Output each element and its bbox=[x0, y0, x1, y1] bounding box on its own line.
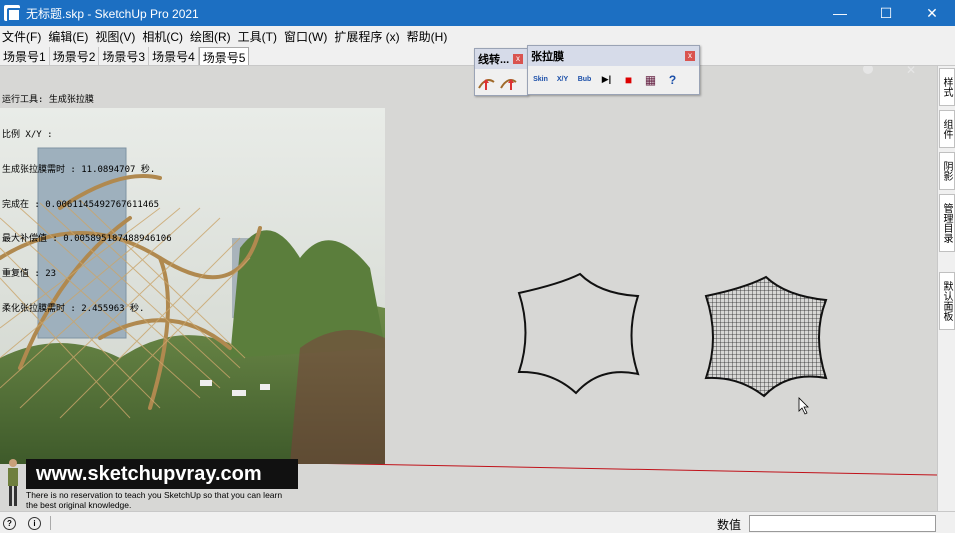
tray-tab-styles[interactable]: 样式 bbox=[939, 68, 955, 106]
line-to-curve-icon[interactable] bbox=[477, 74, 496, 93]
instructor-info-icon[interactable]: i bbox=[28, 517, 41, 530]
person-figure-icon bbox=[8, 459, 18, 506]
info-line-max-offset: 最大补偿值 : 0.005895187488946106 bbox=[2, 234, 172, 245]
menu-file[interactable]: 文件(F) bbox=[0, 28, 46, 45]
status-bar: ? i 数值 bbox=[0, 511, 955, 533]
default-tray: 样式 组件 阴影 管理目录 默认面板 bbox=[937, 66, 955, 511]
measurements-label: 数值 bbox=[717, 518, 742, 532]
toolbar-close-icon[interactable]: x bbox=[685, 51, 695, 61]
tab-scene-2[interactable]: 场景号2 bbox=[50, 47, 100, 65]
tray-tab-default[interactable]: 默认面板 bbox=[939, 272, 955, 330]
minimize-button[interactable]: — bbox=[817, 0, 863, 26]
sketchup-app-icon bbox=[4, 5, 21, 22]
tab-scene-3[interactable]: 场景号3 bbox=[99, 47, 150, 65]
measurements-input[interactable] bbox=[749, 515, 936, 532]
red-axis-line bbox=[299, 462, 937, 476]
window-title: 无标题.skp - SketchUp Pro 2021 bbox=[26, 6, 199, 21]
mouse-cursor-icon bbox=[798, 397, 809, 415]
tension-membrane-toolbar: 张拉膜 x Skin X/Y Bub ▶| ■ ▦ ? bbox=[527, 45, 700, 95]
membrane-info-text: 运行工具: 生成张拉膜 比例 X/Y : 生成张拉膜需时 : 11.089470… bbox=[2, 72, 172, 327]
watermark-banner: www.sketchupvray.com There is no reserva… bbox=[0, 457, 300, 511]
play-step-button[interactable]: ▶| bbox=[597, 70, 616, 89]
xy-scale-button[interactable]: X/Y bbox=[553, 70, 572, 89]
tab-scene-1[interactable]: 场景号1 bbox=[0, 47, 50, 65]
menu-window[interactable]: 窗口(W) bbox=[282, 28, 332, 45]
menu-bar: 文件(F) 编辑(E) 视图(V) 相机(C) 绘图(R) 工具(T) 窗口(W… bbox=[0, 26, 955, 46]
tab-scene-5[interactable]: 场景号5 bbox=[198, 47, 250, 65]
membrane-outline-shape[interactable] bbox=[517, 272, 640, 395]
menu-camera[interactable]: 相机(C) bbox=[140, 28, 188, 45]
menu-help[interactable]: 帮助(H) bbox=[405, 28, 453, 45]
membrane-mesh-shape[interactable] bbox=[704, 275, 828, 398]
tray-tab-components[interactable]: 组件 bbox=[939, 110, 955, 148]
status-divider bbox=[50, 516, 51, 530]
stop-button[interactable]: ■ bbox=[619, 70, 638, 89]
title-bar: 无标题.skp - SketchUp Pro 2021 — ☐ ✕ bbox=[0, 0, 955, 26]
toolbar-close-icon[interactable]: x bbox=[513, 54, 523, 64]
orbit-handle-icon bbox=[863, 66, 873, 74]
watermark-url: www.sketchupvray.com bbox=[26, 459, 298, 489]
menu-view[interactable]: 视图(V) bbox=[93, 28, 140, 45]
info-line-soften-time: 柔化张拉膜需时 : 2.455963 秒. bbox=[2, 303, 145, 314]
geo-location-icon[interactable]: ? bbox=[3, 517, 16, 530]
menu-edit[interactable]: 编辑(E) bbox=[46, 28, 93, 45]
tray-tab-manage[interactable]: 管理目录 bbox=[939, 194, 955, 252]
menu-draw[interactable]: 绘图(R) bbox=[188, 28, 236, 45]
curve-to-line-icon[interactable] bbox=[499, 74, 518, 93]
close-button[interactable]: ✕ bbox=[909, 0, 955, 26]
menu-tools[interactable]: 工具(T) bbox=[236, 28, 282, 45]
info-line-gen-time: 生成张拉膜需时 : 11.0894707 秒. bbox=[2, 164, 156, 175]
info-line-repeat: 重复值 : 23 bbox=[2, 269, 57, 280]
tab-scene-4[interactable]: 场景号4 bbox=[149, 47, 199, 65]
line-convert-toolbar: 线转... x bbox=[474, 48, 528, 96]
menu-extensions[interactable]: 扩展程序 (x) bbox=[332, 28, 404, 45]
tray-tab-shadows[interactable]: 阴影 bbox=[939, 152, 955, 190]
viewport-close-icon: ✕ bbox=[906, 66, 916, 77]
skin-button[interactable]: Skin bbox=[531, 70, 550, 89]
maximize-button[interactable]: ☐ bbox=[863, 0, 909, 26]
help-button[interactable]: ? bbox=[663, 70, 682, 89]
info-line-scale: 比例 X/Y : bbox=[2, 129, 53, 140]
mesh-button[interactable]: ▦ bbox=[641, 70, 660, 89]
bubble-button[interactable]: Bub bbox=[575, 70, 594, 89]
watermark-tagline: There is no reservation to teach you Ske… bbox=[26, 490, 316, 510]
info-line-complete: 完成在 : 0.0061145492767611465 bbox=[2, 199, 160, 210]
info-line-tool: 运行工具: 生成张拉膜 bbox=[2, 95, 94, 106]
watermark-tagline-line2: the best original knowledge. bbox=[26, 499, 132, 510]
toolbar-title[interactable]: 张拉膜 bbox=[528, 46, 699, 66]
